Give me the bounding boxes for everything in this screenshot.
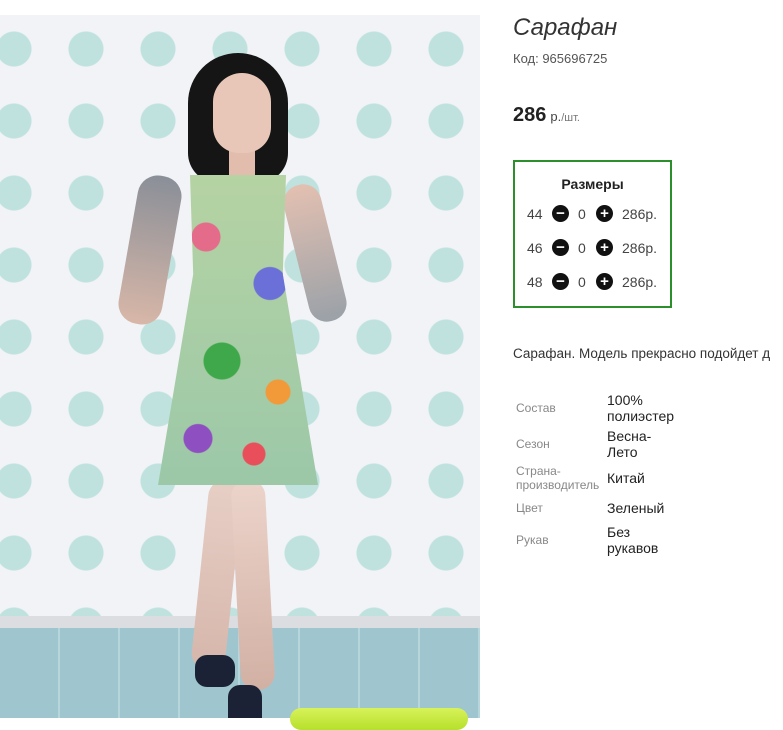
model-right-arm: [279, 180, 351, 326]
price-currency: р.: [550, 109, 562, 124]
size-price: 286р.: [622, 274, 658, 290]
attribute-label: Рукав: [516, 533, 549, 547]
product-price: 286 р./шт.: [513, 104, 580, 127]
model-right-shoe: [228, 685, 262, 718]
size-row: 46 − 0 + 286р.: [515, 238, 670, 258]
attribute-value: Китай: [607, 470, 645, 486]
size-row: 44 − 0 + 286р.: [515, 204, 670, 224]
add-to-cart-button[interactable]: [290, 708, 468, 730]
attribute-value: Весна-Лето: [607, 428, 652, 460]
price-amount: 286: [513, 104, 547, 126]
size-quantity: 0: [578, 240, 586, 256]
model-left-shoe: [195, 655, 235, 687]
attribute-label: Сезон: [516, 437, 550, 451]
minus-circle-icon[interactable]: −: [552, 239, 569, 256]
sizes-title: Размеры: [561, 176, 624, 192]
size-label: 48: [527, 274, 543, 290]
attribute-label: Страна-производитель: [516, 464, 600, 492]
size-row: 48 − 0 + 286р.: [515, 272, 670, 292]
size-price: 286р.: [622, 240, 658, 256]
plus-circle-icon[interactable]: +: [596, 239, 613, 256]
minus-circle-icon[interactable]: −: [552, 273, 569, 290]
size-label: 44: [527, 206, 543, 222]
size-price: 286р.: [622, 206, 658, 222]
model-face: [213, 73, 271, 153]
size-quantity: 0: [578, 274, 586, 290]
product-photo[interactable]: [0, 15, 480, 718]
size-label: 46: [527, 240, 543, 256]
attribute-value: 100% полиэстер: [607, 392, 675, 424]
sizes-panel: Размеры 44 − 0 + 286р. 46 − 0 + 286р. 48…: [513, 160, 672, 308]
attribute-value: Зеленый: [607, 500, 665, 516]
plus-circle-icon[interactable]: +: [596, 205, 613, 222]
attribute-label: Цвет: [516, 501, 543, 515]
product-title: Сарафан: [513, 14, 618, 41]
size-quantity: 0: [578, 206, 586, 222]
plus-circle-icon[interactable]: +: [596, 273, 613, 290]
model-left-arm: [115, 172, 185, 328]
attribute-value: Без рукавов: [607, 524, 659, 556]
price-unit: /шт.: [561, 112, 580, 124]
product-code: Код: 965696725: [513, 51, 608, 66]
product-description: Сарафан. Модель прекрасно подойдет д: [513, 346, 771, 361]
minus-circle-icon[interactable]: −: [552, 205, 569, 222]
attribute-label: Состав: [516, 401, 556, 415]
